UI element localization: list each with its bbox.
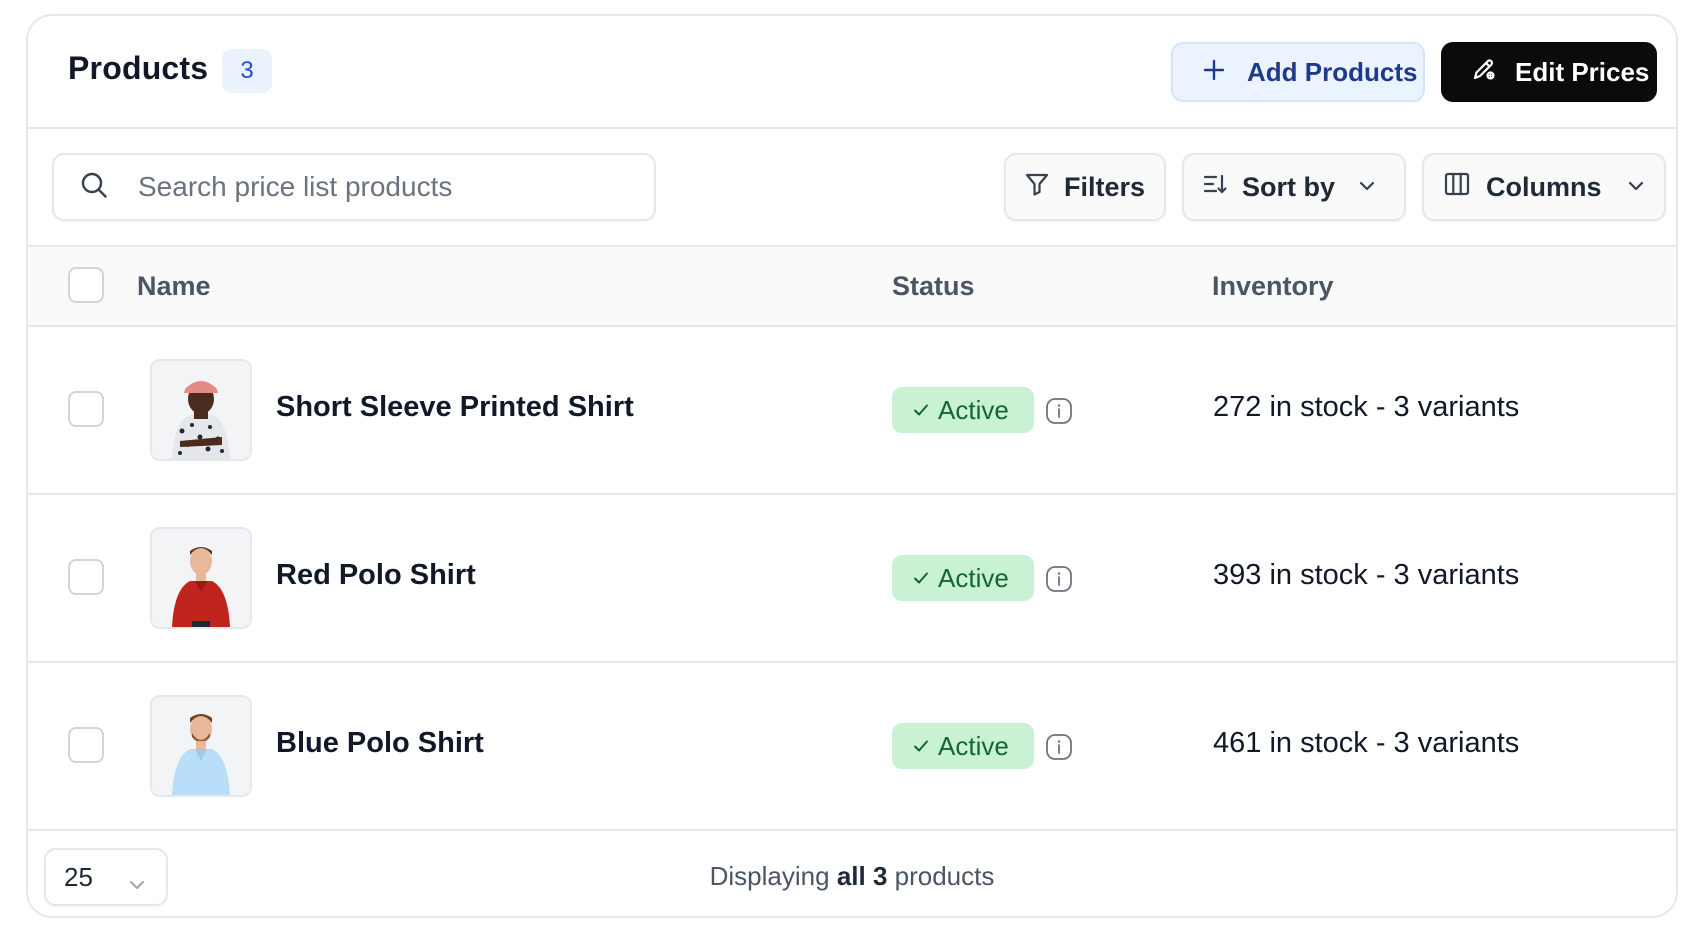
product-thumbnail: [150, 695, 252, 797]
row-checkbox[interactable]: [68, 559, 104, 595]
display-count: all 3: [836, 861, 888, 891]
status-label: Active: [938, 562, 1009, 593]
table-row[interactable]: Blue Polo Shirt Active 461 in stock - 3 …: [28, 663, 1676, 831]
filters-label: Filters: [1064, 171, 1146, 202]
table-row[interactable]: Short Sleeve Printed Shirt Active 272 in…: [28, 327, 1676, 495]
plus-icon: [1203, 57, 1225, 88]
check-icon: [912, 731, 930, 762]
columns-icon: [1444, 171, 1470, 204]
columns-label: Columns: [1486, 171, 1602, 202]
status-badge: Active: [892, 555, 1034, 601]
table-row[interactable]: Red Polo Shirt Active 393 in stock - 3 v…: [28, 495, 1676, 663]
products-card: Products 3 Add Products Edit Prices Sear…: [26, 14, 1678, 918]
column-header-inventory[interactable]: Inventory: [1212, 271, 1334, 302]
table-header: Name Status Inventory: [28, 245, 1676, 327]
row-checkbox[interactable]: [68, 391, 104, 427]
info-icon[interactable]: [1045, 397, 1073, 430]
inventory-text: 272 in stock - 3 variants: [1213, 391, 1520, 423]
product-thumbnail: [150, 359, 252, 461]
status-label: Active: [938, 394, 1009, 425]
check-icon: [912, 395, 930, 426]
status-badge: Active: [892, 387, 1034, 433]
card-header: Products 3 Add Products Edit Prices: [28, 16, 1676, 129]
column-header-name[interactable]: Name: [137, 271, 211, 302]
column-header-status[interactable]: Status: [892, 271, 975, 302]
add-products-label: Add Products: [1247, 56, 1418, 87]
info-icon[interactable]: [1045, 733, 1073, 766]
select-all-checkbox[interactable]: [68, 267, 104, 303]
edit-prices-label: Edit Prices: [1515, 56, 1650, 87]
filter-icon: [1024, 171, 1050, 204]
display-count-text: Displaying all 3 products: [28, 861, 1676, 892]
page-title: Products: [68, 50, 209, 86]
filters-button[interactable]: Filters: [1004, 153, 1166, 221]
status-badge: Active: [892, 723, 1034, 769]
edit-prices-button[interactable]: Edit Prices: [1441, 42, 1657, 102]
inventory-text: 461 in stock - 3 variants: [1213, 727, 1520, 759]
display-prefix: Displaying: [709, 861, 830, 891]
sort-icon: [1202, 171, 1228, 204]
sort-by-label: Sort by: [1242, 171, 1336, 202]
sort-by-button[interactable]: Sort by: [1182, 153, 1406, 221]
search-icon: [80, 171, 108, 204]
status-label: Active: [938, 730, 1009, 761]
table-footer: 25 Displaying all 3 products: [28, 834, 1676, 916]
search-placeholder: Search price list products: [138, 171, 453, 202]
display-suffix: products: [894, 861, 995, 891]
edit-pen-icon: [1471, 56, 1497, 89]
inventory-text: 393 in stock - 3 variants: [1213, 559, 1520, 591]
columns-button[interactable]: Columns: [1422, 153, 1666, 221]
check-icon: [912, 563, 930, 594]
add-products-button[interactable]: Add Products: [1171, 42, 1425, 102]
product-thumbnail: [150, 527, 252, 629]
product-name[interactable]: Blue Polo Shirt: [276, 727, 484, 760]
search-input[interactable]: Search price list products: [52, 153, 656, 221]
product-count-badge: 3: [222, 49, 272, 93]
chevron-down-icon: [1626, 172, 1646, 203]
info-icon[interactable]: [1045, 565, 1073, 598]
product-name[interactable]: Red Polo Shirt: [276, 559, 476, 592]
row-checkbox[interactable]: [68, 727, 104, 763]
chevron-down-icon: [1357, 172, 1377, 203]
product-name[interactable]: Short Sleeve Printed Shirt: [276, 391, 634, 424]
